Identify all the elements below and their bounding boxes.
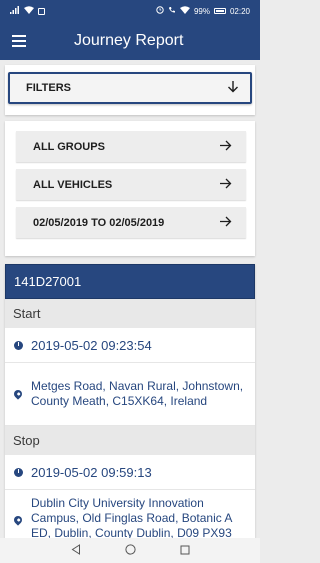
start-address-row: Metges Road, Navan Rural, Johnstown, Cou… — [5, 363, 255, 426]
all-vehicles-button[interactable]: ALL VEHICLES — [16, 169, 246, 200]
start-address: Metges Road, Navan Rural, Johnstown, Cou… — [31, 379, 244, 408]
filters-card: FILTERS — [5, 65, 255, 115]
arrow-right-icon — [219, 178, 232, 192]
arrow-right-icon — [219, 216, 232, 230]
status-bar: 99% 02:20 — [0, 0, 260, 22]
stop-address: Dublin City University Innovation Campus… — [31, 496, 232, 538]
stop-heading: Stop — [5, 426, 255, 455]
battery-percent: 99% — [193, 6, 210, 16]
signal-icon — [10, 6, 20, 16]
wifi-icon — [24, 6, 34, 16]
battery-icon — [213, 8, 226, 14]
option-label: ALL VEHICLES — [33, 178, 113, 191]
filters-label: FILTERS — [26, 82, 72, 94]
alarm-icon — [156, 6, 164, 16]
start-heading: Start — [5, 299, 255, 328]
recent-apps-icon[interactable] — [180, 542, 190, 560]
option-label: ALL GROUPS — [33, 140, 105, 153]
start-time-row: 2019-05-02 09:23:54 — [5, 328, 255, 363]
start-time: 2019-05-02 09:23:54 — [31, 337, 152, 353]
clock-icon — [13, 467, 23, 477]
status-icons-right: 99% 02:20 — [156, 6, 250, 16]
wifi-status-icon — [179, 6, 190, 16]
status-time: 02:20 — [229, 6, 250, 16]
phone-icon — [168, 6, 176, 16]
date-range-button[interactable]: 02/05/2019 TO 02/05/2019 — [16, 207, 246, 238]
vehicle-id: 141D27001 — [5, 264, 255, 299]
back-icon[interactable] — [71, 542, 81, 560]
all-groups-button[interactable]: ALL GROUPS — [16, 131, 246, 162]
stop-address-row: Dublin City University Innovation Campus… — [5, 490, 255, 538]
status-icons-left — [10, 6, 45, 16]
journey-card[interactable]: 141D27001 Start 2019-05-02 09:23:54 Metg… — [5, 264, 255, 538]
menu-icon[interactable] — [0, 22, 44, 60]
option-label: 02/05/2019 TO 02/05/2019 — [33, 216, 165, 229]
filter-options-card: ALL GROUPS ALL VEHICLES 02/05/2019 TO 02… — [5, 121, 255, 256]
stop-time: 2019-05-02 09:59:13 — [31, 464, 152, 480]
arrow-right-icon — [219, 140, 232, 154]
location-pin-icon — [12, 514, 24, 526]
filters-button[interactable]: FILTERS — [8, 72, 252, 104]
mail-icon — [38, 7, 45, 15]
clock-icon — [13, 340, 23, 350]
stop-time-row: 2019-05-02 09:59:13 — [5, 455, 255, 490]
arrow-down-icon — [227, 80, 239, 96]
page-title: Journey Report — [74, 32, 184, 49]
system-nav-bar — [0, 538, 260, 563]
app-bar: Journey Report — [0, 22, 260, 60]
home-icon[interactable] — [124, 542, 136, 560]
location-pin-icon — [12, 388, 24, 400]
